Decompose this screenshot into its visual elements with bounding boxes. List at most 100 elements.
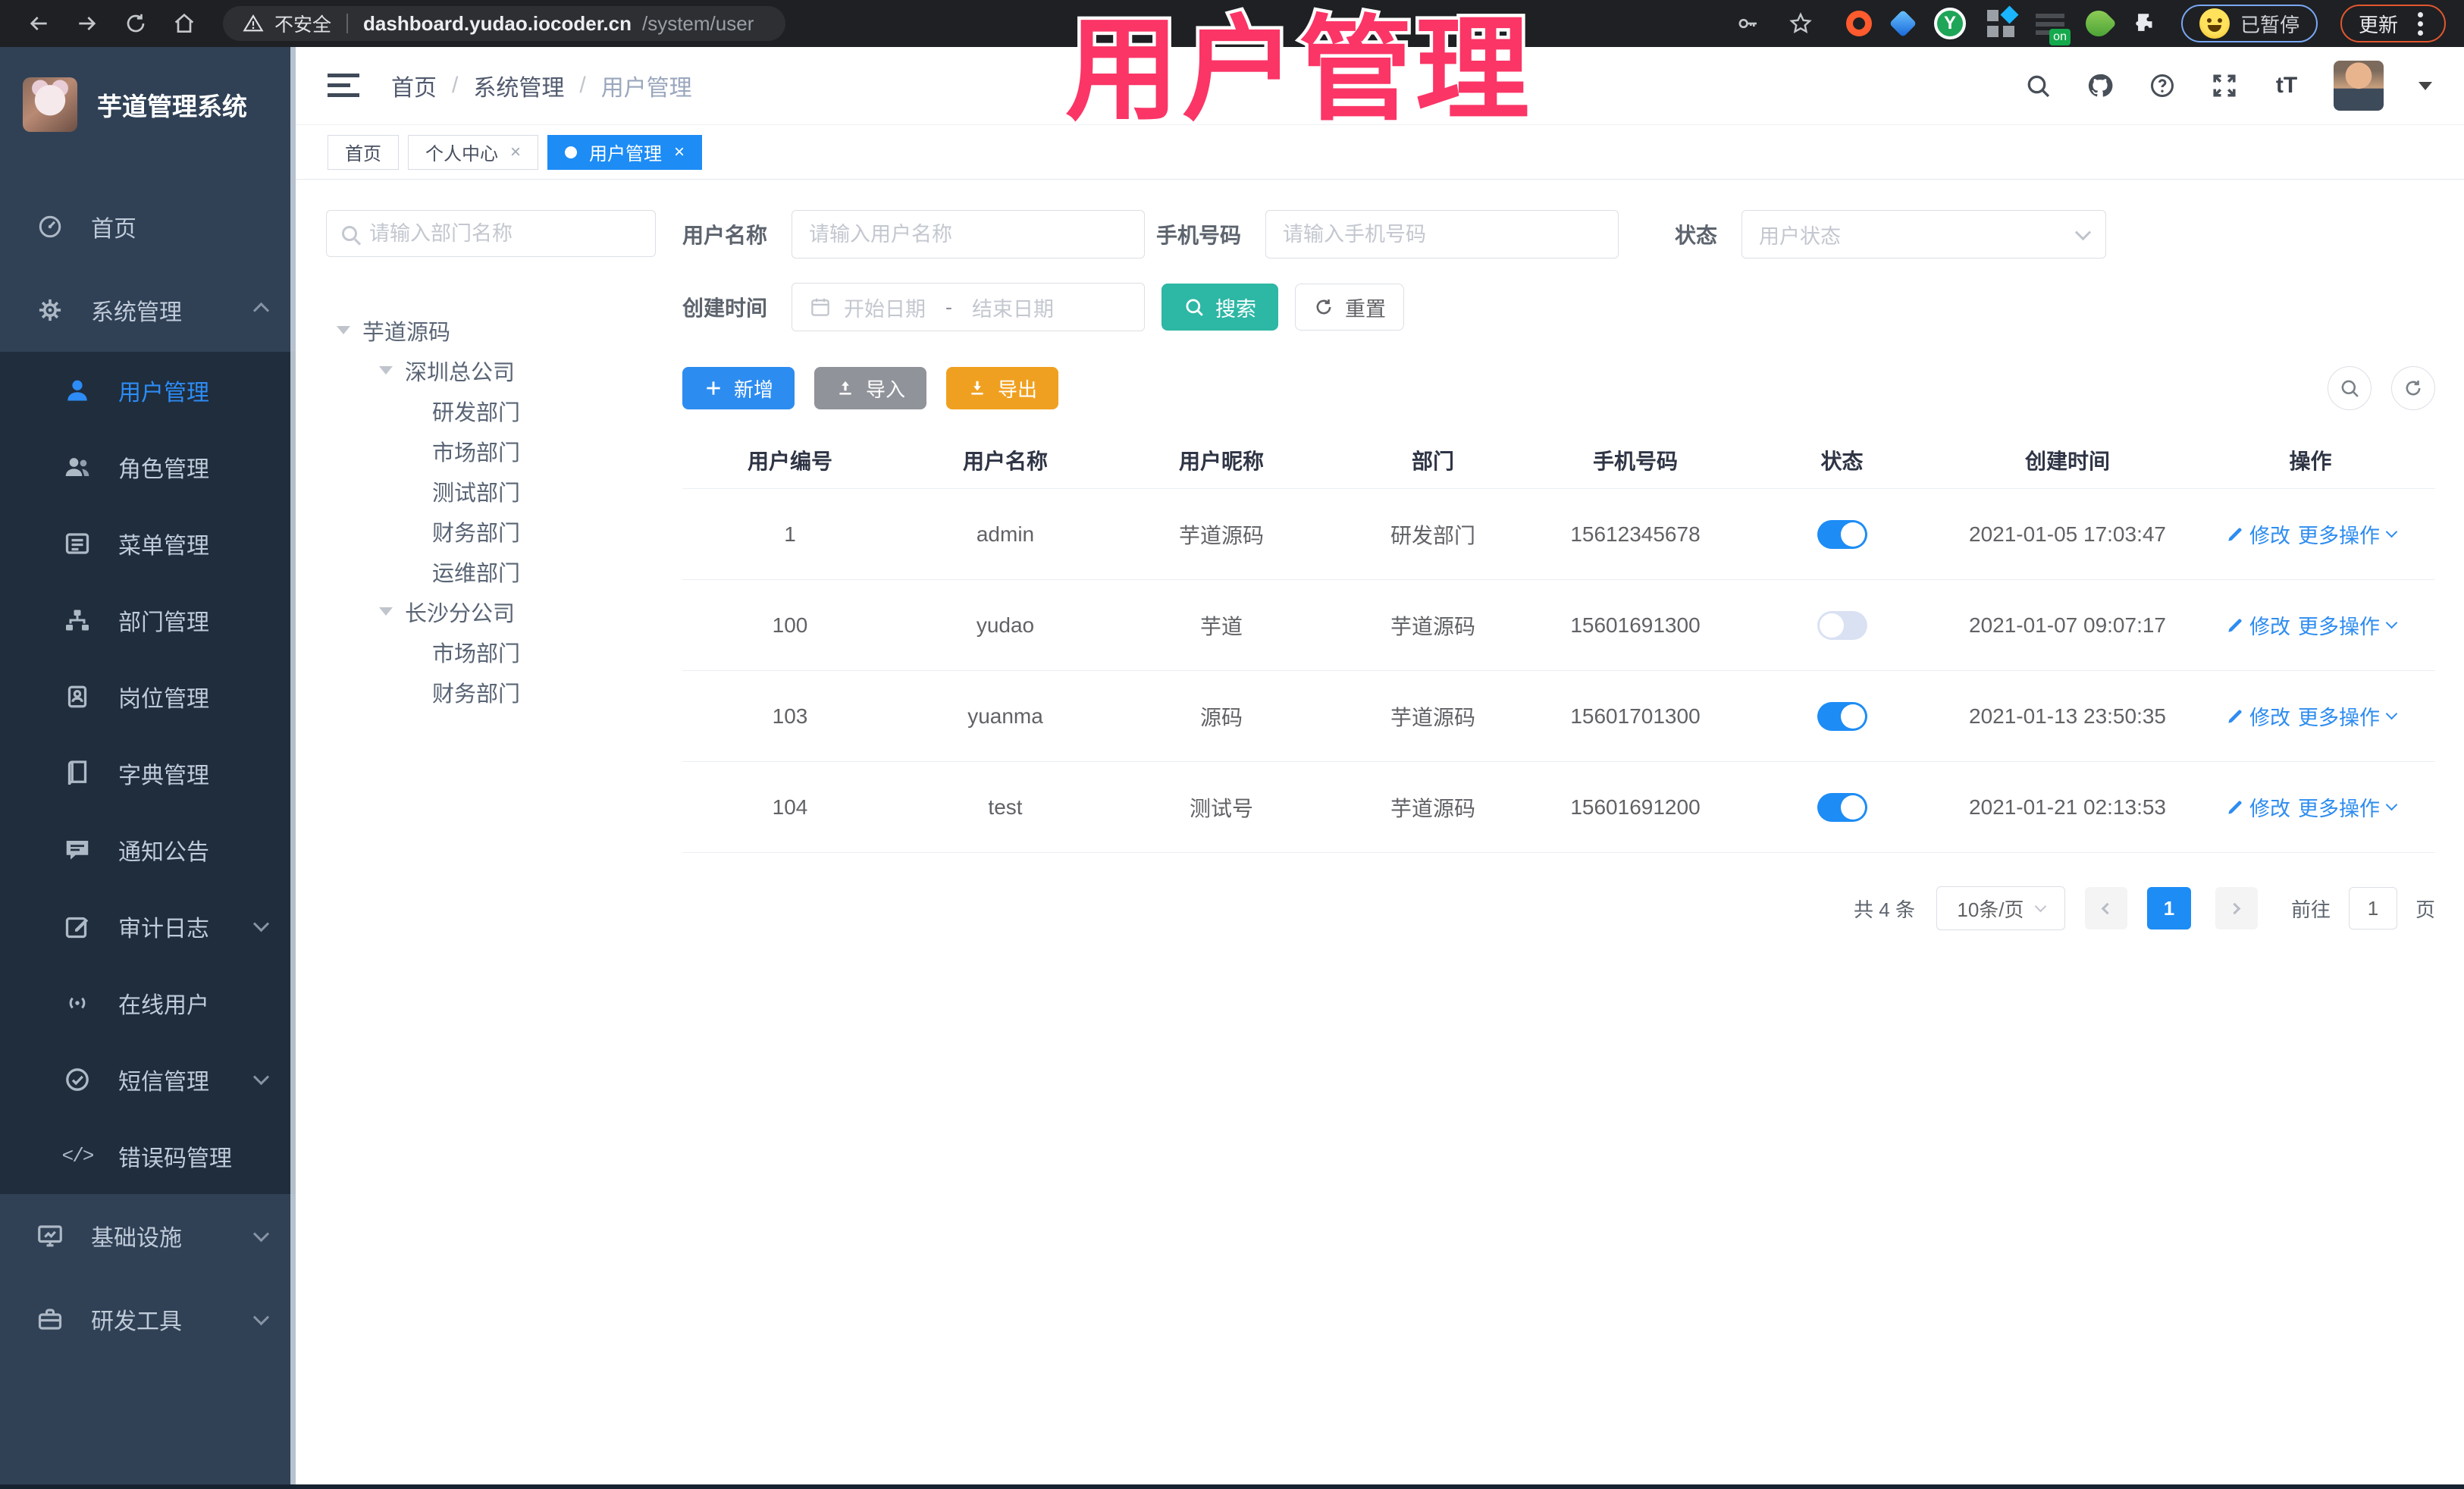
- edit-link[interactable]: 修改: [2225, 792, 2290, 822]
- sidebar-item-online-users[interactable]: 在线用户: [0, 964, 296, 1041]
- browser-address-bar[interactable]: 不安全 dashboard.yudao.iocoder.cn/system/us…: [223, 6, 785, 41]
- status-toggle[interactable]: [1817, 792, 1867, 822]
- edit-link[interactable]: 修改: [2225, 701, 2290, 731]
- extension-gem-icon[interactable]: [1889, 9, 1917, 38]
- reset-button[interactable]: 重置: [1295, 284, 1405, 331]
- username-field[interactable]: [792, 210, 1146, 259]
- tab-home[interactable]: 首页: [328, 134, 399, 170]
- tab-profile[interactable]: 个人中心 ×: [408, 134, 539, 170]
- import-button[interactable]: 导入: [814, 367, 927, 409]
- font-size-icon[interactable]: [2271, 71, 2302, 101]
- edit-link[interactable]: 修改: [2225, 519, 2290, 549]
- extension-switch-icon[interactable]: [2035, 12, 2071, 45]
- search-button[interactable]: 搜索: [1161, 284, 1279, 331]
- toggle-search-button[interactable]: [2328, 366, 2372, 410]
- tree-node[interactable]: 运维部门: [326, 551, 656, 591]
- sidebar-item-infrastructure[interactable]: 基础设施: [0, 1194, 296, 1277]
- status-select[interactable]: 用户状态: [1741, 210, 2107, 259]
- sidebar-item-dev-tools[interactable]: 研发工具: [0, 1277, 296, 1361]
- export-button[interactable]: 导出: [946, 367, 1059, 409]
- goto-page-input[interactable]: [2348, 887, 2397, 929]
- extensions-puzzle-icon[interactable]: [2133, 11, 2158, 36]
- tree-node[interactable]: 财务部门: [326, 672, 656, 712]
- sidebar-scrollbar[interactable]: [290, 47, 296, 1484]
- sidebar-item-dict[interactable]: 字典管理: [0, 735, 296, 811]
- sidebar-item-sms[interactable]: 短信管理: [0, 1041, 296, 1118]
- update-button[interactable]: 更新: [2340, 5, 2446, 42]
- sidebar-item-home[interactable]: 首页: [0, 185, 296, 268]
- search-icon[interactable]: [2023, 71, 2053, 101]
- avatar[interactable]: [2334, 61, 2384, 111]
- tree-node[interactable]: 长沙分公司: [326, 591, 656, 632]
- sidebar-item-menus[interactable]: 菜单管理: [0, 505, 296, 581]
- edit-link[interactable]: 修改: [2225, 610, 2290, 640]
- more-actions-link[interactable]: 更多操作: [2298, 701, 2398, 731]
- tree-caret-icon[interactable]: [379, 366, 393, 375]
- chevron-down-icon: [2074, 224, 2092, 240]
- paused-pill[interactable]: 已暂停: [2180, 5, 2318, 42]
- tree-node[interactable]: 测试部门: [326, 471, 656, 511]
- prev-page-button[interactable]: [2084, 887, 2127, 929]
- paused-label: 已暂停: [2240, 13, 2299, 36]
- sidebar-item-roles[interactable]: 角色管理: [0, 428, 296, 505]
- extension-y-icon[interactable]: [1933, 8, 1966, 39]
- browser-menu-kebab-icon[interactable]: [2418, 20, 2423, 27]
- status-toggle[interactable]: [1817, 610, 1867, 640]
- tree-caret-icon[interactable]: [379, 607, 393, 616]
- sidebar-item-depts[interactable]: 部门管理: [0, 581, 296, 658]
- tab-user-management[interactable]: 用户管理 ×: [547, 134, 703, 170]
- sidebar-item-system[interactable]: 系统管理: [0, 268, 296, 352]
- fullscreen-icon[interactable]: [2209, 71, 2240, 101]
- extension-sprout-icon[interactable]: [2080, 5, 2118, 42]
- more-actions-link[interactable]: 更多操作: [2298, 519, 2398, 549]
- mobile-field[interactable]: [1265, 210, 1619, 259]
- user-panel: 用户名称 手机号码 状态 用户状态 创建时间: [682, 210, 2435, 1484]
- sidebar-item-label: 系统管理: [91, 300, 182, 325]
- close-icon[interactable]: ×: [674, 143, 685, 161]
- username-input[interactable]: [809, 222, 1128, 246]
- browser-forward-icon[interactable]: [67, 3, 108, 44]
- sidebar-item-error-codes[interactable]: </> 错误码管理: [0, 1118, 296, 1194]
- tree-caret-icon[interactable]: [337, 326, 350, 334]
- current-page-button[interactable]: 1: [2146, 887, 2191, 929]
- mobile-input[interactable]: [1283, 222, 1602, 246]
- browser-reload-icon[interactable]: [115, 3, 156, 44]
- more-actions-link[interactable]: 更多操作: [2298, 792, 2398, 822]
- chevron-down-icon: [2034, 900, 2046, 912]
- sidebar-item-posts[interactable]: 岗位管理: [0, 658, 296, 735]
- sidebar-item-audit-log[interactable]: 审计日志: [0, 888, 296, 964]
- tree-node[interactable]: 市场部门: [326, 431, 656, 471]
- sidebar-item-users[interactable]: 用户管理: [0, 352, 296, 428]
- tree-node[interactable]: 芋道源码: [326, 310, 656, 350]
- cell-dept: 芋道源码: [1390, 705, 1475, 729]
- app-brand[interactable]: 芋道管理系统: [0, 47, 296, 162]
- browser-back-icon[interactable]: [18, 3, 59, 44]
- help-icon[interactable]: [2147, 71, 2177, 101]
- department-search-input[interactable]: [369, 221, 640, 246]
- bookmark-star-icon[interactable]: [1785, 3, 1816, 44]
- tree-node[interactable]: 深圳总公司: [326, 350, 656, 390]
- refresh-table-button[interactable]: [2391, 366, 2435, 410]
- tree-node[interactable]: 财务部门: [326, 511, 656, 551]
- sidebar-item-notice[interactable]: 通知公告: [0, 811, 296, 888]
- add-button[interactable]: 新增: [682, 367, 795, 409]
- status-toggle[interactable]: [1817, 701, 1867, 731]
- next-page-button[interactable]: [2215, 887, 2258, 929]
- github-icon[interactable]: [2085, 71, 2115, 101]
- browser-home-icon[interactable]: [164, 3, 205, 44]
- status-toggle[interactable]: [1817, 519, 1867, 549]
- breadcrumb-section[interactable]: 系统管理: [473, 69, 564, 102]
- department-search[interactable]: [326, 210, 656, 257]
- date-range-picker[interactable]: 开始日期 - 结束日期: [792, 283, 1146, 331]
- breadcrumb-home[interactable]: 首页: [391, 69, 437, 102]
- close-icon[interactable]: ×: [510, 143, 521, 161]
- more-actions-link[interactable]: 更多操作: [2298, 610, 2398, 640]
- tree-node[interactable]: 市场部门: [326, 632, 656, 672]
- tree-node[interactable]: 研发部门: [326, 390, 656, 431]
- extension-ring-icon[interactable]: [1845, 11, 1872, 36]
- key-icon[interactable]: [1732, 3, 1763, 44]
- avatar-caret-down-icon[interactable]: [2419, 81, 2432, 90]
- sidebar-collapse-icon[interactable]: [328, 73, 359, 99]
- page-size-select[interactable]: 10条/页: [1936, 886, 2065, 930]
- extension-grid-icon[interactable]: [1986, 10, 2014, 37]
